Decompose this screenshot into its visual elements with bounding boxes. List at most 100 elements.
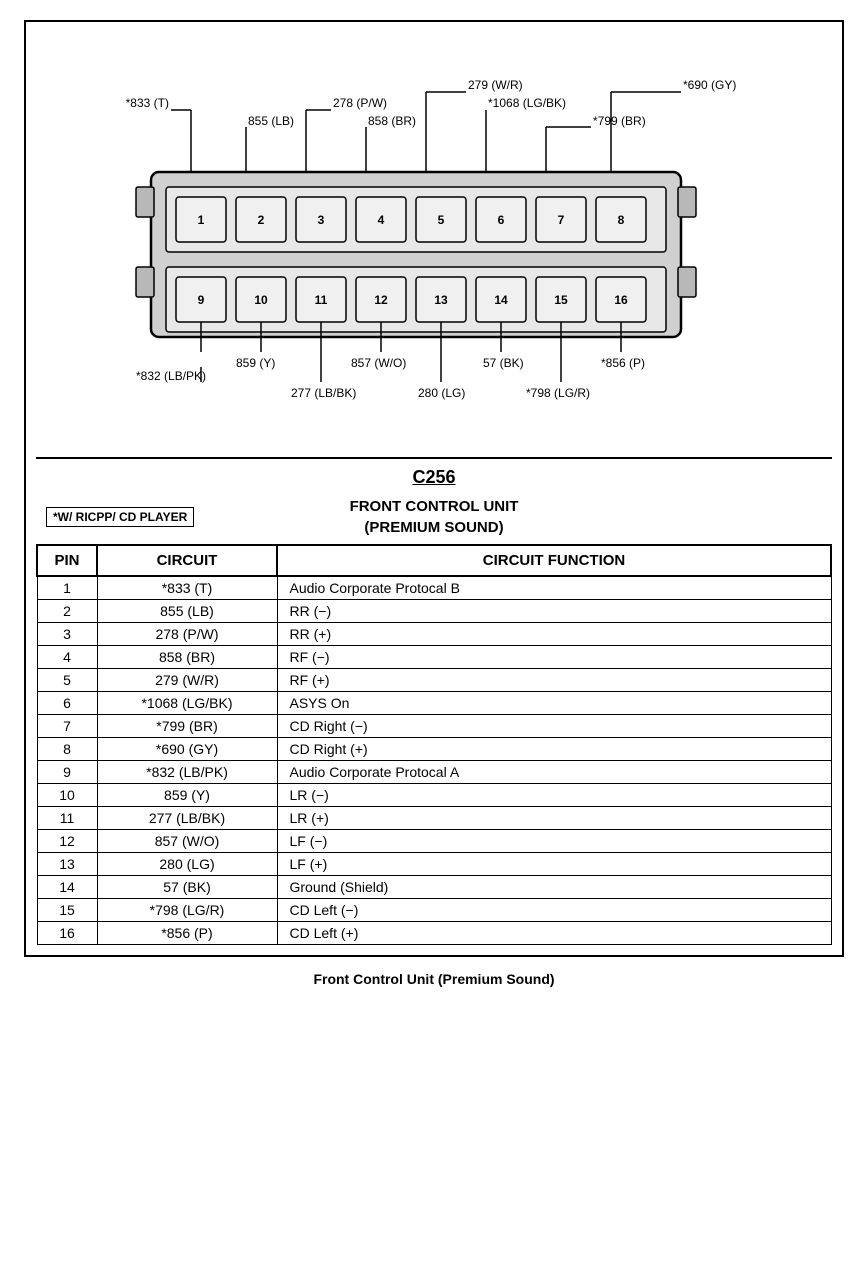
pin-number: 3 — [37, 623, 97, 646]
svg-text:278 (P/W): 278 (P/W) — [333, 96, 387, 110]
pin-circuit: *799 (BR) — [97, 715, 277, 738]
pin-function: CD Right (+) — [277, 738, 831, 761]
pin-circuit: 858 (BR) — [97, 646, 277, 669]
pin-number: 7 — [37, 715, 97, 738]
svg-text:8: 8 — [618, 213, 625, 227]
pin-number: 1 — [37, 576, 97, 600]
svg-text:6: 6 — [498, 213, 505, 227]
col1-header: PIN — [37, 545, 97, 576]
svg-text:*798 (LG/R): *798 (LG/R) — [526, 386, 590, 400]
connector-label: C256 — [36, 459, 832, 492]
svg-text:10: 10 — [254, 293, 268, 307]
table-row: 16*856 (P)CD Left (+) — [37, 922, 831, 945]
svg-text:15: 15 — [554, 293, 568, 307]
table-row: 3278 (P/W)RR (+) — [37, 623, 831, 646]
table-row: 1457 (BK)Ground (Shield) — [37, 876, 831, 899]
connector-diagram: *833 (T) 855 (LB) 278 (P/W) 858 (BR) 279… — [36, 42, 832, 442]
pin-function: RF (+) — [277, 669, 831, 692]
svg-text:4: 4 — [378, 213, 385, 227]
pin-function: LF (−) — [277, 830, 831, 853]
svg-text:279 (W/R): 279 (W/R) — [468, 78, 523, 92]
table-section: C256 *W/ RICPP/ CD PLAYER FRONT CONTROL … — [36, 457, 832, 945]
pin-circuit: *690 (GY) — [97, 738, 277, 761]
pin-function: RR (−) — [277, 600, 831, 623]
pin-function: RR (+) — [277, 623, 831, 646]
pin-circuit: 277 (LB/BK) — [97, 807, 277, 830]
svg-text:2: 2 — [258, 213, 265, 227]
svg-text:859 (Y): 859 (Y) — [236, 356, 275, 370]
svg-text:*832 (LB/PK): *832 (LB/PK) — [136, 369, 206, 383]
svg-text:13: 13 — [434, 293, 448, 307]
pin-circuit: 857 (W/O) — [97, 830, 277, 853]
footer-caption: Front Control Unit (Premium Sound) — [313, 957, 554, 993]
pin-circuit: 280 (LG) — [97, 853, 277, 876]
pin-function: LR (+) — [277, 807, 831, 830]
pin-circuit: *798 (LG/R) — [97, 899, 277, 922]
svg-text:*799 (BR): *799 (BR) — [593, 114, 646, 128]
main-container: *833 (T) 855 (LB) 278 (P/W) 858 (BR) 279… — [24, 20, 844, 957]
svg-text:855 (LB): 855 (LB) — [248, 114, 294, 128]
table-row: 6*1068 (LG/BK)ASYS On — [37, 692, 831, 715]
pin-function: Audio Corporate Protocal B — [277, 576, 831, 600]
table-row: 13280 (LG)LF (+) — [37, 853, 831, 876]
pin-function: CD Right (−) — [277, 715, 831, 738]
pin-number: 8 — [37, 738, 97, 761]
pin-circuit: 278 (P/W) — [97, 623, 277, 646]
svg-text:*690 (GY): *690 (GY) — [683, 78, 736, 92]
pin-circuit: *832 (LB/PK) — [97, 761, 277, 784]
pin-number: 11 — [37, 807, 97, 830]
svg-text:*856 (P): *856 (P) — [601, 356, 645, 370]
pin-function: RF (−) — [277, 646, 831, 669]
pin-table: PIN CIRCUIT CIRCUIT FUNCTION 1*833 (T)Au… — [36, 544, 832, 945]
svg-text:1: 1 — [198, 213, 205, 227]
col3-header: CIRCUIT FUNCTION — [277, 545, 831, 576]
pin-number: 16 — [37, 922, 97, 945]
svg-text:16: 16 — [614, 293, 628, 307]
table-row: 2855 (LB)RR (−) — [37, 600, 831, 623]
table-row: 12857 (W/O)LF (−) — [37, 830, 831, 853]
pin-number: 5 — [37, 669, 97, 692]
pin-circuit: 57 (BK) — [97, 876, 277, 899]
table-row: 8*690 (GY)CD Right (+) — [37, 738, 831, 761]
svg-text:12: 12 — [374, 293, 388, 307]
pin-circuit: 859 (Y) — [97, 784, 277, 807]
pin-number: 15 — [37, 899, 97, 922]
pin-function: LF (+) — [277, 853, 831, 876]
title-line2: (PREMIUM SOUND) — [364, 519, 503, 536]
pin-number: 4 — [37, 646, 97, 669]
table-row: 9*832 (LB/PK)Audio Corporate Protocal A — [37, 761, 831, 784]
table-row: 4858 (BR)RF (−) — [37, 646, 831, 669]
svg-text:*1068 (LG/BK): *1068 (LG/BK) — [488, 96, 566, 110]
svg-text:11: 11 — [315, 293, 328, 307]
pin-circuit: *856 (P) — [97, 922, 277, 945]
pin-function: ASYS On — [277, 692, 831, 715]
svg-text:857 (W/O): 857 (W/O) — [351, 356, 406, 370]
main-title: FRONT CONTROL UNIT (PREMIUM SOUND) — [350, 496, 519, 538]
pin-circuit: *1068 (LG/BK) — [97, 692, 277, 715]
pin-number: 9 — [37, 761, 97, 784]
pin-number: 12 — [37, 830, 97, 853]
pin-number: 10 — [37, 784, 97, 807]
svg-text:14: 14 — [494, 293, 508, 307]
table-row: 11277 (LB/BK)LR (+) — [37, 807, 831, 830]
svg-text:858 (BR): 858 (BR) — [368, 114, 416, 128]
col2-header: CIRCUIT — [97, 545, 277, 576]
pin-number: 6 — [37, 692, 97, 715]
svg-text:9: 9 — [198, 293, 205, 307]
pin-circuit: 279 (W/R) — [97, 669, 277, 692]
table-row: 15*798 (LG/R)CD Left (−) — [37, 899, 831, 922]
svg-text:57 (BK): 57 (BK) — [483, 356, 524, 370]
svg-text:5: 5 — [438, 213, 445, 227]
title-row: *W/ RICPP/ CD PLAYER FRONT CONTROL UNIT … — [36, 492, 832, 542]
table-row: 7*799 (BR)CD Right (−) — [37, 715, 831, 738]
badge: *W/ RICPP/ CD PLAYER — [46, 507, 194, 527]
svg-text:3: 3 — [318, 213, 325, 227]
pin-function: CD Left (+) — [277, 922, 831, 945]
table-row: 1*833 (T)Audio Corporate Protocal B — [37, 576, 831, 600]
pin-function: LR (−) — [277, 784, 831, 807]
pin-function: CD Left (−) — [277, 899, 831, 922]
svg-text:*833 (T): *833 (T) — [126, 96, 169, 110]
svg-text:280 (LG): 280 (LG) — [418, 386, 465, 400]
diagram-area: *833 (T) 855 (LB) 278 (P/W) 858 (BR) 279… — [36, 32, 832, 452]
pin-function: Audio Corporate Protocal A — [277, 761, 831, 784]
